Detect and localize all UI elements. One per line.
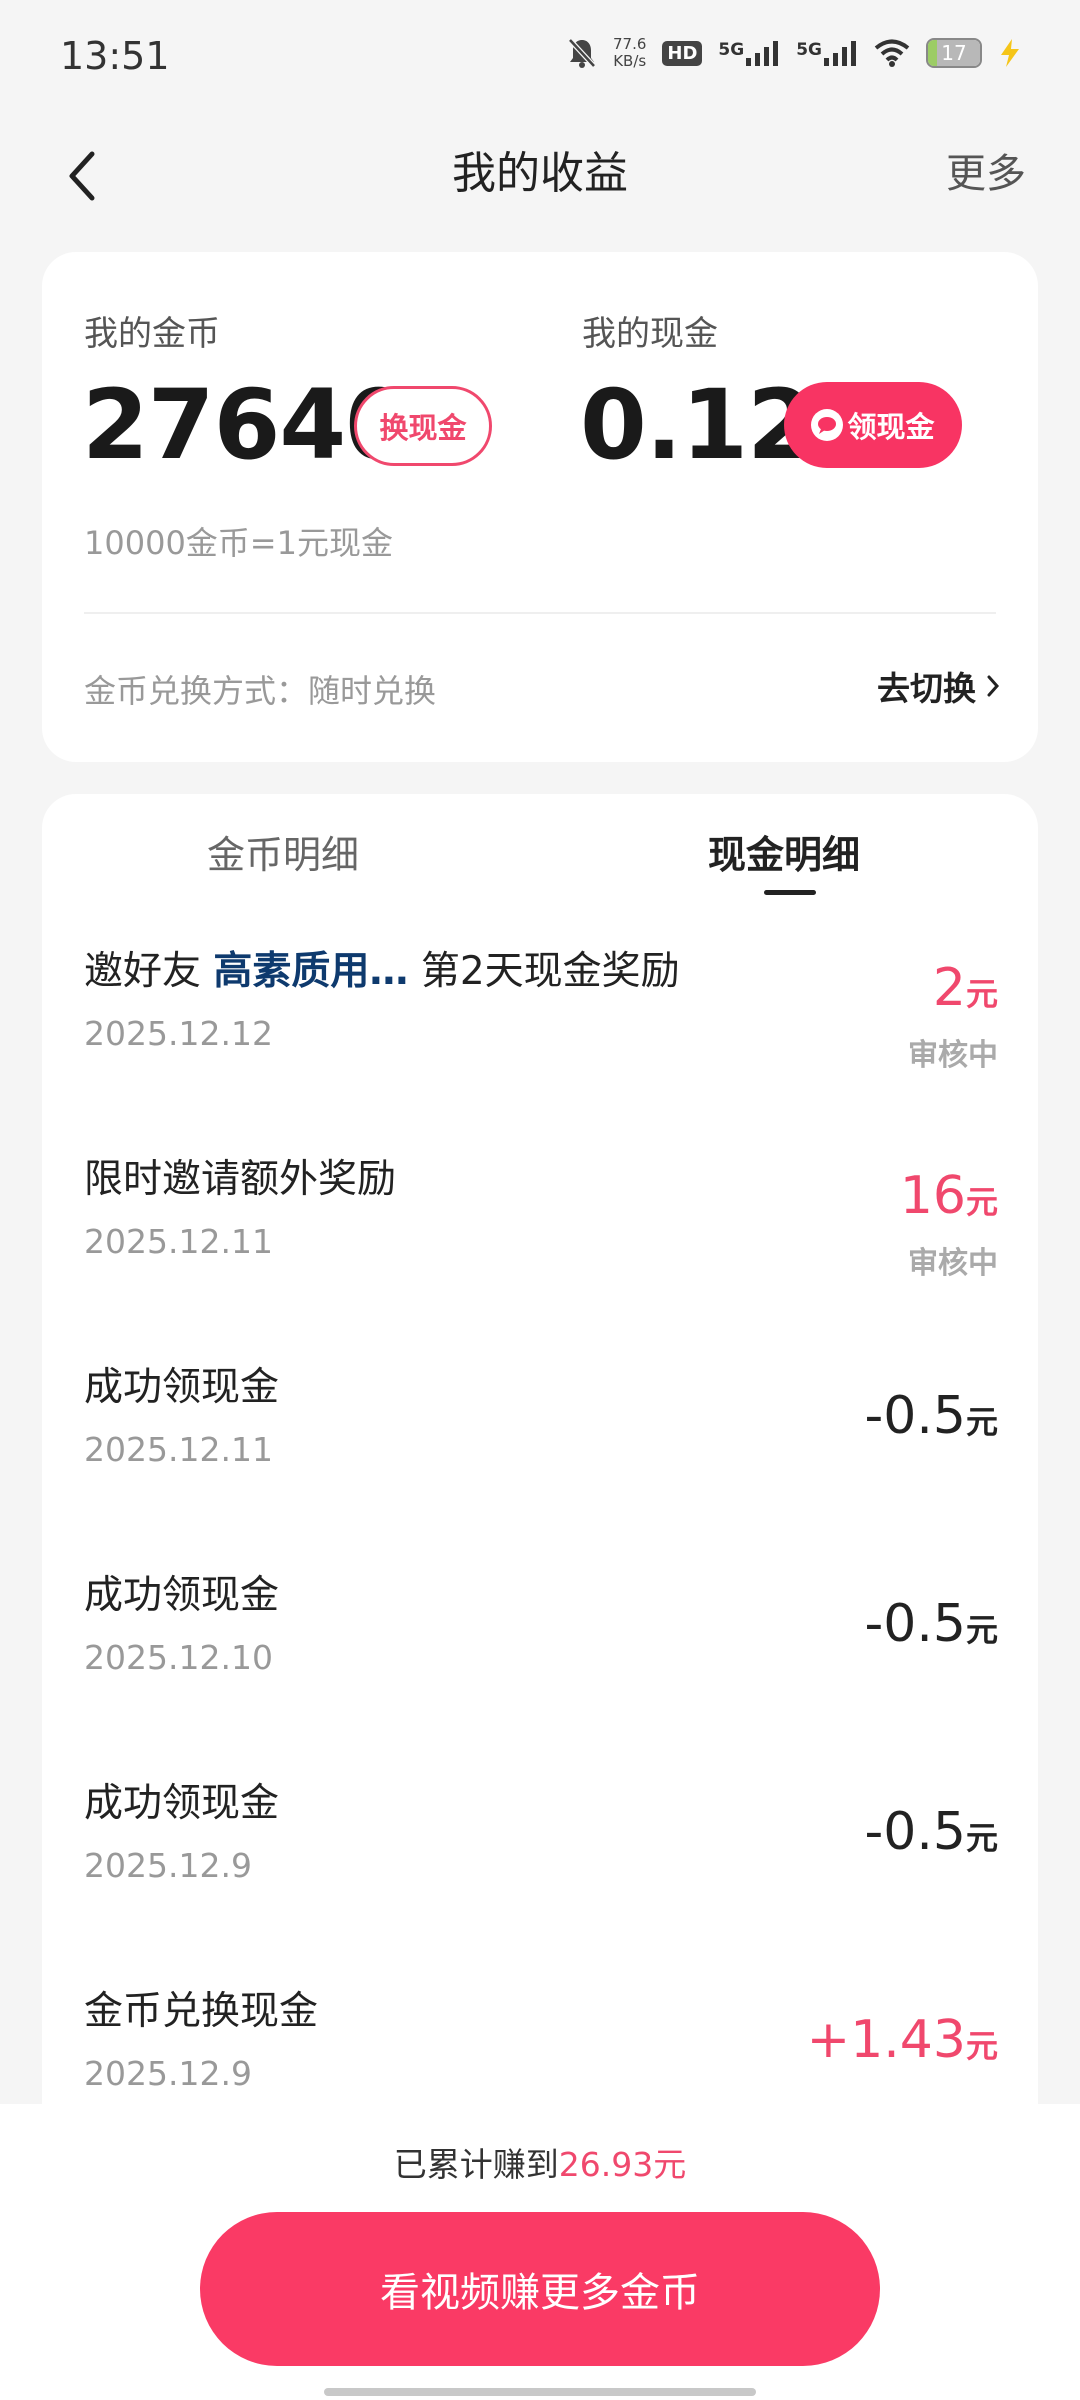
- list-item[interactable]: 限时邀请额外奖励 2025.12.11 16元 审核中: [42, 1122, 1038, 1330]
- tab-coin-detail[interactable]: 金币明细: [207, 824, 359, 879]
- watch-video-button[interactable]: 看视频赚更多金币: [200, 2212, 880, 2366]
- row-amount-unit: 元: [965, 1403, 998, 1441]
- row-date: 2025.12.12: [84, 1014, 273, 1053]
- row-title: 成功领现金: [84, 1781, 280, 1826]
- list-item[interactable]: 成功领现金 2025.12.10 -0.5元: [42, 1538, 1038, 1746]
- row-title: 邀好友 高素质用… 第2天现金奖励: [84, 940, 680, 996]
- more-button[interactable]: 更多: [946, 116, 1026, 232]
- row-amount-value: +1.43: [806, 2010, 966, 2070]
- signal-icon-2: 5G: [796, 40, 858, 66]
- bell-muted-icon: [567, 37, 597, 69]
- row-date: 2025.12.9: [84, 2054, 252, 2093]
- page-title: 我的收益: [452, 148, 628, 199]
- cash-label: 我的现金: [582, 314, 718, 354]
- row-amount: -0.5元: [865, 1386, 998, 1446]
- net-speed-value: 77.6: [612, 35, 647, 53]
- list-item[interactable]: 成功领现金 2025.12.11 -0.5元: [42, 1330, 1038, 1538]
- hd-label: HD: [662, 40, 703, 66]
- bottom-bar: 已累计赚到26.93元 看视频赚更多金币: [0, 2104, 1080, 2400]
- active-tab-indicator: [764, 890, 816, 895]
- status-bar: 13:51 77.6 KB/s HD 5G 5G 17: [0, 0, 1080, 116]
- net-speed-unit: KB/s: [613, 52, 647, 70]
- row-status: 审核中: [908, 1038, 998, 1073]
- row-title: 限时邀请额外奖励: [84, 1157, 397, 1202]
- list-item[interactable]: 邀好友 高素质用… 第2天现金奖励 2025.12.12 2元 审核中: [42, 914, 1038, 1122]
- row-title-prefix: 邀好友: [84, 949, 202, 994]
- row-amount-unit: 元: [965, 1183, 998, 1221]
- signal-label-2: 5G: [796, 40, 822, 60]
- exchange-method-text: 金币兑换方式：随时兑换: [84, 672, 437, 710]
- earnings-summary-card: 我的金币 27640 换现金 我的现金 0.12 领现金 10000金币=1元现…: [42, 252, 1038, 762]
- row-status: 审核中: [908, 1246, 998, 1281]
- row-title: 成功领现金: [84, 1365, 280, 1410]
- coins-label: 我的金币: [84, 314, 220, 354]
- row-amount-value: 2: [932, 958, 966, 1018]
- row-amount: 2元: [933, 958, 998, 1018]
- row-amount: -0.5元: [865, 1594, 998, 1654]
- row-amount-unit: 元: [965, 2027, 998, 2065]
- battery-fill: [928, 40, 937, 66]
- nav-bar: 我的收益 更多: [0, 116, 1080, 236]
- signal-icon-1: 5G: [718, 40, 780, 66]
- wifi-icon: [874, 39, 910, 67]
- switch-method-link[interactable]: 去切换: [877, 662, 1000, 710]
- divider: [84, 612, 996, 614]
- row-amount-unit: 元: [965, 975, 998, 1013]
- row-date: 2025.12.9: [84, 1846, 252, 1885]
- net-speed: 77.6 KB/s: [613, 36, 646, 70]
- status-icons: 77.6 KB/s HD 5G 5G 17: [567, 36, 1022, 70]
- detail-tabs: 金币明细 现金明细: [42, 794, 1038, 914]
- row-title: 成功领现金: [84, 1573, 280, 1618]
- row-amount: 16元: [900, 1166, 998, 1226]
- row-title-highlight: 高素质用…: [213, 949, 409, 994]
- row-date: 2025.12.11: [84, 1430, 273, 1469]
- home-indicator[interactable]: [324, 2388, 756, 2396]
- list-item[interactable]: 成功领现金 2025.12.9 -0.5元: [42, 1746, 1038, 1954]
- row-amount-unit: 元: [965, 1819, 998, 1857]
- wechat-icon: [811, 409, 844, 441]
- tab-cash-detail[interactable]: 现金明细: [708, 824, 860, 879]
- total-earned-amount: 26.93元: [558, 2145, 687, 2184]
- row-amount-unit: 元: [965, 1611, 998, 1649]
- exchange-rate-text: 10000金币=1元现金: [84, 524, 393, 562]
- signal-label-1: 5G: [718, 40, 745, 60]
- row-date: 2025.12.11: [84, 1222, 273, 1261]
- row-amount: -0.5元: [865, 1802, 998, 1862]
- claim-cash-button[interactable]: 领现金: [784, 382, 962, 468]
- row-date: 2025.12.10: [84, 1638, 273, 1677]
- cash-value: 0.12: [580, 369, 814, 481]
- row-amount: +1.43元: [807, 2010, 998, 2070]
- total-earned-prefix: 已累计赚到: [393, 2145, 559, 2184]
- row-title: 金币兑换现金: [84, 1989, 319, 2034]
- charging-icon: [998, 38, 1022, 68]
- row-amount-value: -0.5: [864, 1386, 966, 1446]
- hd-icon: HD: [662, 40, 703, 66]
- row-amount-value: -0.5: [864, 1802, 966, 1862]
- battery-icon: 17: [926, 38, 982, 68]
- status-time: 13:51: [60, 34, 170, 78]
- switch-method-label: 去切换: [877, 669, 976, 708]
- total-earned: 已累计赚到26.93元: [0, 2138, 1080, 2186]
- row-title-suffix: 第2天现金奖励: [420, 949, 680, 994]
- chevron-right-icon: [987, 675, 1000, 697]
- claim-cash-label: 领现金: [847, 410, 935, 444]
- exchange-cash-button[interactable]: 换现金: [354, 386, 492, 466]
- row-amount-value: -0.5: [864, 1594, 966, 1654]
- row-amount-value: 16: [899, 1166, 966, 1226]
